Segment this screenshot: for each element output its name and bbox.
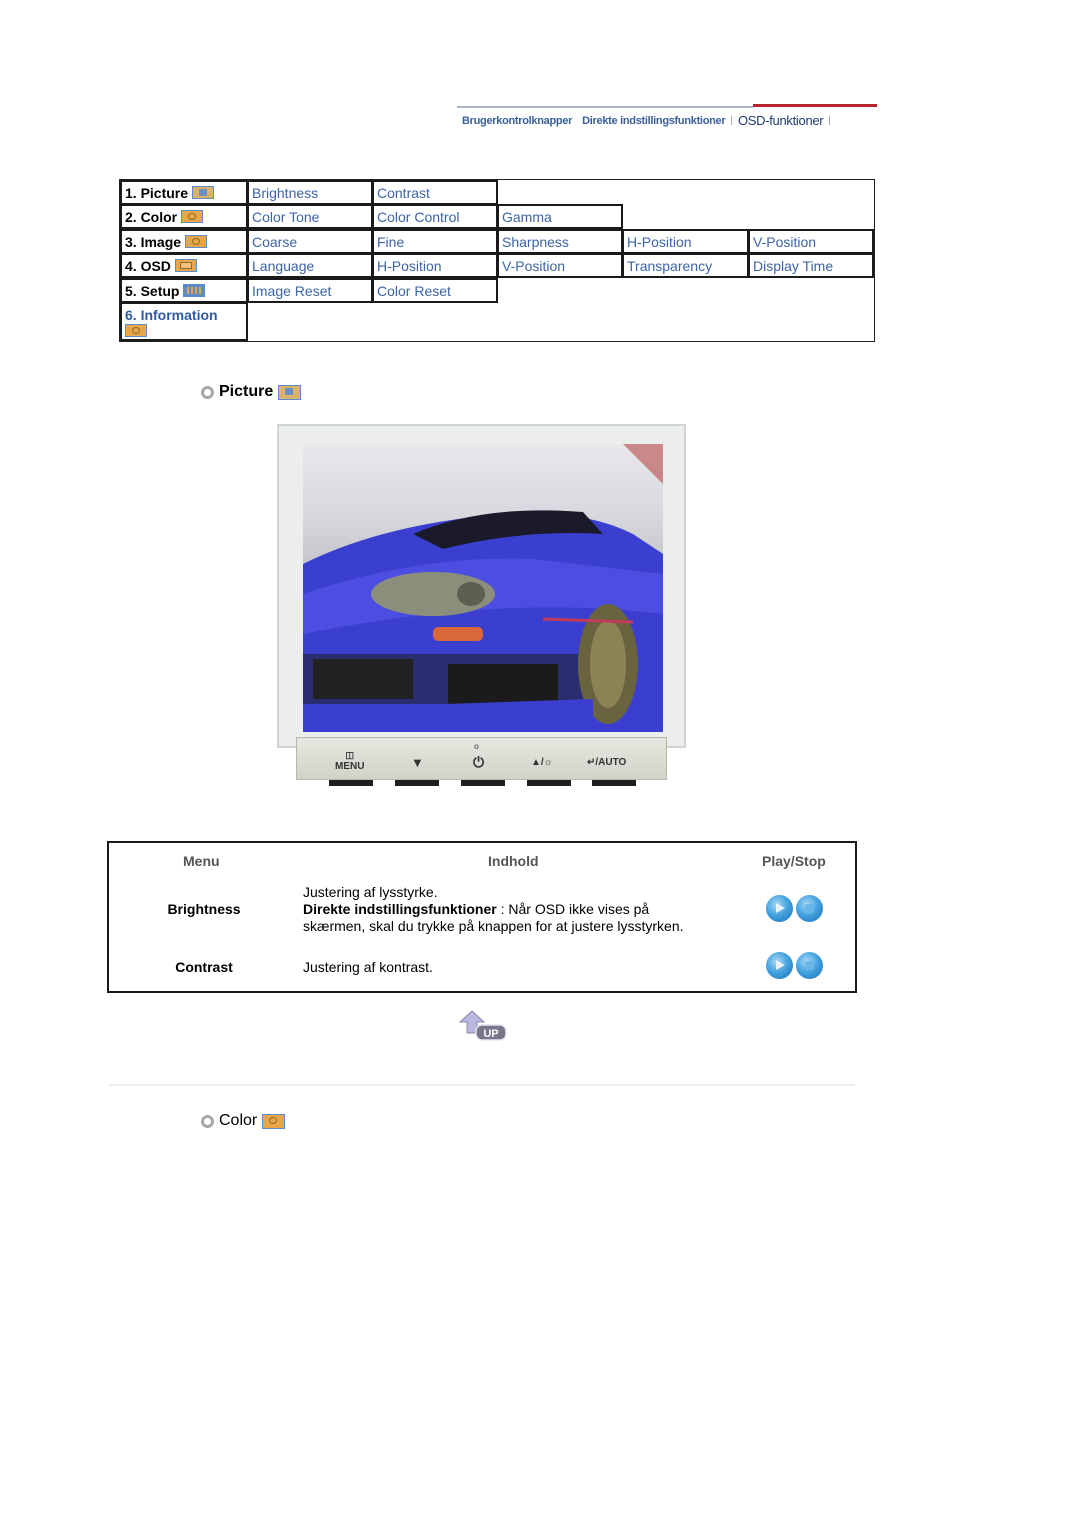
osd-icon: [174, 259, 197, 272]
nav-link-osd-funktioner[interactable]: OSD-funktioner: [733, 113, 828, 128]
scroll-up-button[interactable]: UP: [458, 1009, 508, 1043]
description-text: : Når OSD ikke vises på: [496, 901, 650, 917]
menu-link-osd-h-position[interactable]: H-Position: [372, 253, 498, 278]
play-button[interactable]: [766, 895, 793, 922]
up-brightness-button: ▲/☼: [531, 757, 553, 768]
menu-category-osd[interactable]: 4. OSD: [120, 253, 248, 278]
color-icon: [181, 210, 204, 223]
monitor-illustration: [277, 424, 686, 748]
button-foot: [527, 780, 571, 786]
column-header-content: Indhold: [488, 853, 539, 869]
menu-link-osd-v-position[interactable]: V-Position: [497, 253, 623, 278]
menu-category-label: 1. Picture: [125, 185, 189, 201]
menu-category-label: 3. Image: [125, 234, 182, 250]
picture-icon: [278, 384, 302, 400]
menu-link-coarse[interactable]: Coarse: [247, 229, 373, 254]
contrast-play-stop-controls: [766, 952, 823, 979]
row-menu-contrast: Contrast: [175, 959, 233, 975]
menu-button: ◫ MENU: [335, 750, 365, 772]
function-description-table: Menu Indhold Play/Stop Brightness Juster…: [107, 841, 857, 993]
column-header-playstop: Play/Stop: [762, 853, 826, 869]
menu-link-color-control[interactable]: Color Control: [372, 204, 498, 229]
color-icon: [262, 1113, 286, 1129]
column-header-menu: Menu: [183, 853, 220, 869]
menu-category-label: 2. Color: [125, 209, 178, 225]
bullet-icon: [201, 1114, 214, 1128]
description-line: Direkte indstillingsfunktioner : Når OSD…: [303, 901, 684, 918]
menu-category-setup[interactable]: 5. Setup: [120, 278, 248, 303]
enter-auto-button: ↵/AUTO: [587, 757, 627, 768]
menu-link-display-time[interactable]: Display Time: [748, 253, 874, 278]
menu-category-image[interactable]: 3. Image: [120, 229, 248, 254]
bullet-icon: [201, 385, 214, 399]
menu-link-image-v-position[interactable]: V-Position: [748, 229, 874, 254]
nav-link-brugerkontrolknapper[interactable]: Brugerkontrolknapper: [457, 115, 577, 127]
menu-link-contrast[interactable]: Contrast: [372, 180, 498, 205]
down-button: ▼: [411, 755, 424, 770]
monitor-control-panel: ◫ MENU ▼ o ⏻ ▲/☼ ↵/AUTO: [296, 737, 667, 780]
top-navigation: Brugerkontrolknapper Direkte indstilling…: [457, 104, 877, 134]
menu-link-transparency[interactable]: Transparency: [622, 253, 749, 278]
menu-link-brightness[interactable]: Brightness: [247, 180, 373, 205]
brightness-play-stop-controls: [766, 895, 823, 922]
button-foot: [395, 780, 439, 786]
image-icon: [185, 235, 208, 248]
nav-divider-line: [457, 106, 753, 108]
nav-separator: |: [828, 115, 831, 126]
section-title: Color: [219, 1112, 258, 1129]
section-title: Picture: [219, 383, 274, 400]
picture-icon: [192, 186, 215, 199]
setup-icon: [183, 284, 206, 297]
information-icon: [125, 324, 147, 337]
menu-category-label: 5. Setup: [125, 283, 180, 299]
button-foot: [461, 780, 505, 786]
row-description-brightness: Justering af lysstyrke. Direkte indstill…: [303, 884, 684, 935]
up-arrow-icon: UP: [458, 1010, 507, 1041]
row-menu-brightness: Brightness: [167, 901, 241, 917]
section-divider: [109, 1084, 855, 1086]
stop-button[interactable]: [796, 895, 823, 922]
play-button[interactable]: [766, 952, 793, 979]
osd-menu-grid: 1. Picture Brightness Contrast 2. Color …: [119, 179, 875, 342]
menu-link-sharpness[interactable]: Sharpness: [497, 229, 623, 254]
menu-category-picture[interactable]: 1. Picture: [120, 180, 248, 205]
stop-button[interactable]: [796, 952, 823, 979]
nav-active-indicator: [753, 104, 877, 107]
menu-category-label: 6. Information: [125, 307, 218, 323]
menu-link-color-reset[interactable]: Color Reset: [372, 278, 498, 303]
button-foot: [592, 780, 636, 786]
menu-category-information[interactable]: 6. Information: [120, 302, 248, 341]
nav-link-direkte-indstillingsfunktioner[interactable]: Direkte indstillingsfunktioner: [577, 115, 730, 127]
row-description-contrast: Justering af kontrast.: [303, 959, 433, 975]
menu-link-image-h-position[interactable]: H-Position: [622, 229, 749, 254]
menu-link-image-reset[interactable]: Image Reset: [247, 278, 373, 303]
description-line: Justering af lysstyrke.: [303, 884, 438, 900]
menu-category-label: 4. OSD: [125, 258, 171, 274]
description-line: skærmen, skal du trykke på knappen for a…: [303, 918, 684, 934]
menu-link-language[interactable]: Language: [247, 253, 373, 278]
menu-link-color-tone[interactable]: Color Tone: [247, 204, 373, 229]
up-label: UP: [483, 1028, 498, 1040]
power-indicator-icon: o: [474, 742, 479, 751]
power-button: ⏻: [473, 754, 485, 770]
section-heading-picture: Picture: [201, 383, 302, 401]
menu-link-fine[interactable]: Fine: [372, 229, 498, 254]
description-bold-term: Direkte indstillingsfunktioner: [303, 901, 497, 917]
car-image: [303, 444, 663, 732]
monitor-screen-car-image: [303, 444, 663, 732]
section-heading-color: Color: [201, 1112, 286, 1130]
button-foot: [329, 780, 373, 786]
menu-category-color[interactable]: 2. Color: [120, 204, 248, 229]
menu-link-gamma[interactable]: Gamma: [497, 204, 623, 229]
